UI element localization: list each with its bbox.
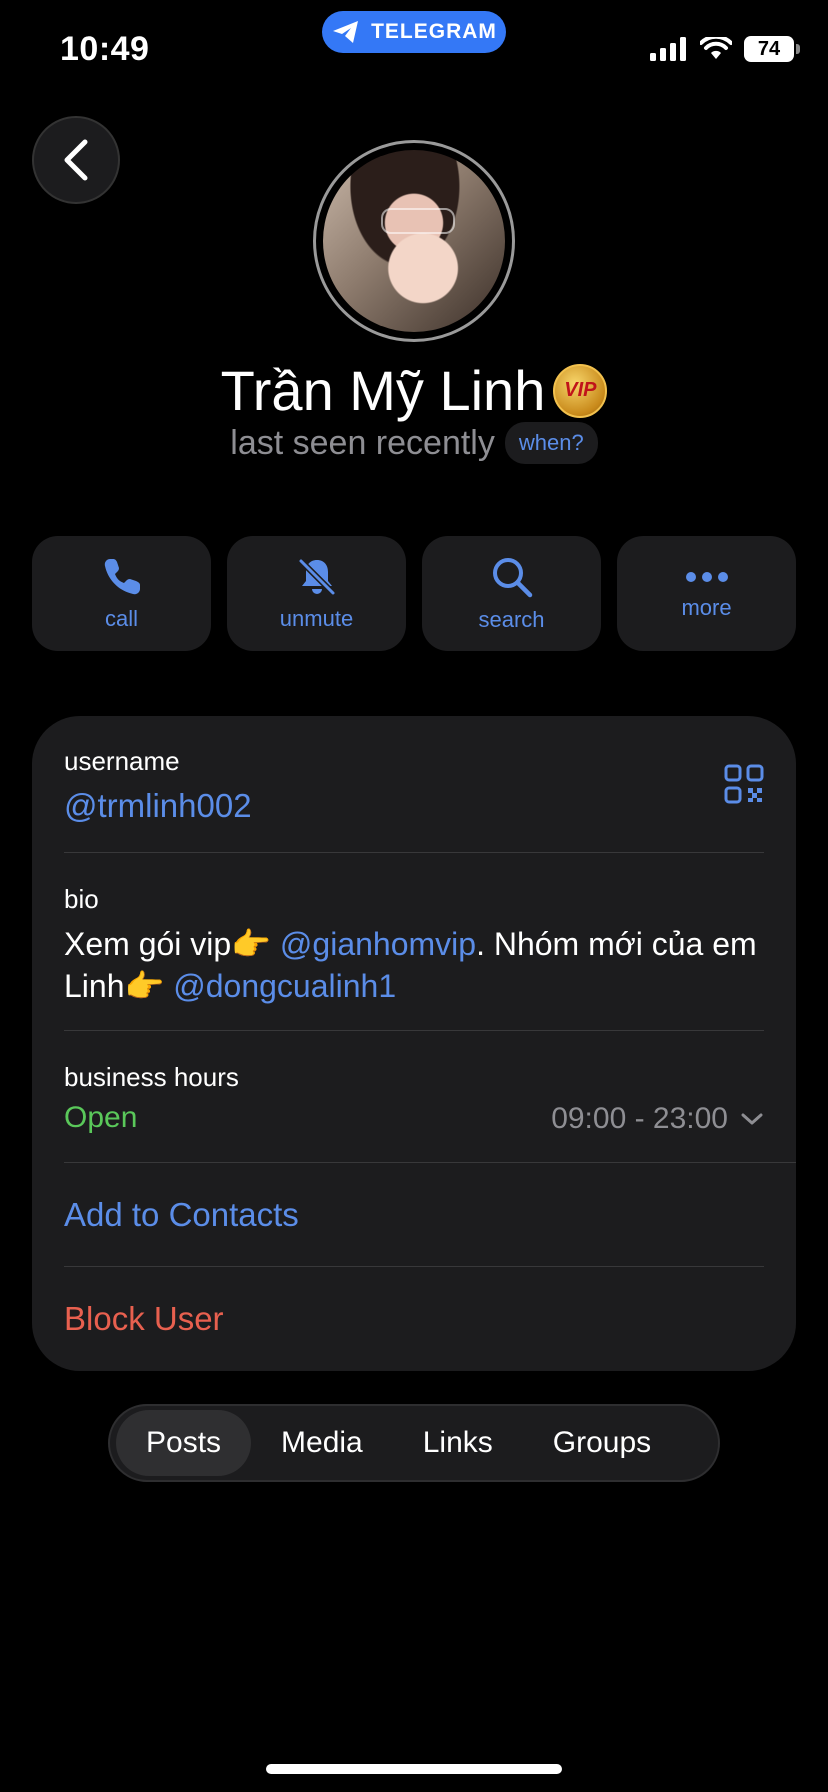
content-tabs: Posts Media Links Groups — [108, 1404, 720, 1482]
profile-name-row: Trần Mỹ Linh VIP — [0, 358, 828, 423]
divider — [64, 1030, 764, 1031]
profile-status-row: last seen recently when? — [0, 422, 828, 464]
bio-row: bio Xem gói vip👉 @gianhomvip. Nhóm mới c… — [64, 884, 764, 1007]
block-user-row[interactable]: Block User — [64, 1300, 764, 1338]
telegram-icon — [333, 21, 359, 43]
status-bar: 10:49 TELEGRAM 74 — [0, 0, 828, 100]
phone-icon — [104, 558, 140, 594]
profile-name: Trần Mỹ Linh — [220, 359, 546, 422]
divider — [64, 1266, 764, 1267]
business-hours-value[interactable]: 09:00 - 23:00 — [551, 1102, 764, 1136]
vip-badge-icon[interactable]: VIP — [553, 363, 608, 418]
username-row[interactable]: username @trmlinh002 — [64, 746, 764, 825]
add-to-contacts-button[interactable]: Add to Contacts — [64, 1196, 764, 1234]
chevron-left-icon — [64, 139, 88, 181]
tab-groups[interactable]: Groups — [523, 1410, 681, 1476]
back-button[interactable] — [32, 116, 120, 204]
unmute-button[interactable]: unmute — [227, 536, 406, 651]
divider — [64, 852, 764, 853]
qr-code-icon[interactable] — [724, 764, 764, 804]
signal-icon — [650, 37, 686, 61]
tab-links[interactable]: Links — [393, 1410, 523, 1476]
more-icon — [685, 571, 728, 582]
vip-badge-label: VIP — [564, 379, 597, 401]
bio-mention-link[interactable]: @gianhomvip — [280, 926, 476, 962]
hours-text: 09:00 - 23:00 — [551, 1102, 728, 1135]
call-label: call — [104, 605, 138, 631]
action-buttons: call unmute search more — [32, 536, 796, 651]
when-button[interactable]: when? — [504, 422, 598, 464]
more-label: more — [681, 594, 732, 620]
tab-posts[interactable]: Posts — [116, 1410, 252, 1476]
avatar-ring[interactable] — [313, 140, 515, 342]
username-label: username — [64, 746, 180, 776]
status-time: 10:49 — [60, 30, 150, 68]
app-name: TELEGRAM — [371, 20, 497, 43]
call-button[interactable]: call — [32, 536, 211, 651]
business-hours-label: business hours — [64, 1062, 239, 1092]
battery-indicator: 74 — [744, 36, 800, 62]
telegram-app-pill[interactable]: TELEGRAM — [322, 11, 506, 53]
avatar[interactable] — [323, 150, 505, 332]
unmute-label: unmute — [279, 605, 354, 631]
chevron-down-icon — [741, 1113, 763, 1125]
add-to-contacts-row[interactable]: Add to Contacts — [64, 1196, 764, 1234]
bio-text: Xem gói vip👉 @gianhomvip. Nhóm mới của e… — [64, 923, 764, 1007]
search-button[interactable]: search — [422, 536, 601, 651]
status-icons: 74 — [650, 36, 800, 62]
divider — [64, 1162, 796, 1163]
more-button[interactable]: more — [617, 536, 796, 651]
bio-text-part: Xem gói vip👉 — [64, 926, 280, 962]
bell-slash-icon — [298, 558, 335, 595]
bio-label: bio — [64, 884, 99, 914]
block-user-button[interactable]: Block User — [64, 1300, 764, 1338]
username-value[interactable]: @trmlinh002 — [64, 787, 764, 825]
last-seen-text: last seen recently — [230, 423, 495, 462]
wifi-icon — [700, 37, 732, 59]
bio-mention-link[interactable]: @dongcualinh1 — [173, 968, 396, 1004]
tab-media[interactable]: Media — [251, 1410, 393, 1476]
business-hours-row[interactable]: business hours Open 09:00 - 23:00 — [64, 1062, 764, 1135]
search-icon — [492, 557, 532, 597]
profile-info-card: username @trmlinh002 bio Xem gói vip👉 @g… — [32, 716, 796, 1371]
home-indicator[interactable] — [266, 1764, 562, 1774]
search-label: search — [478, 606, 545, 632]
